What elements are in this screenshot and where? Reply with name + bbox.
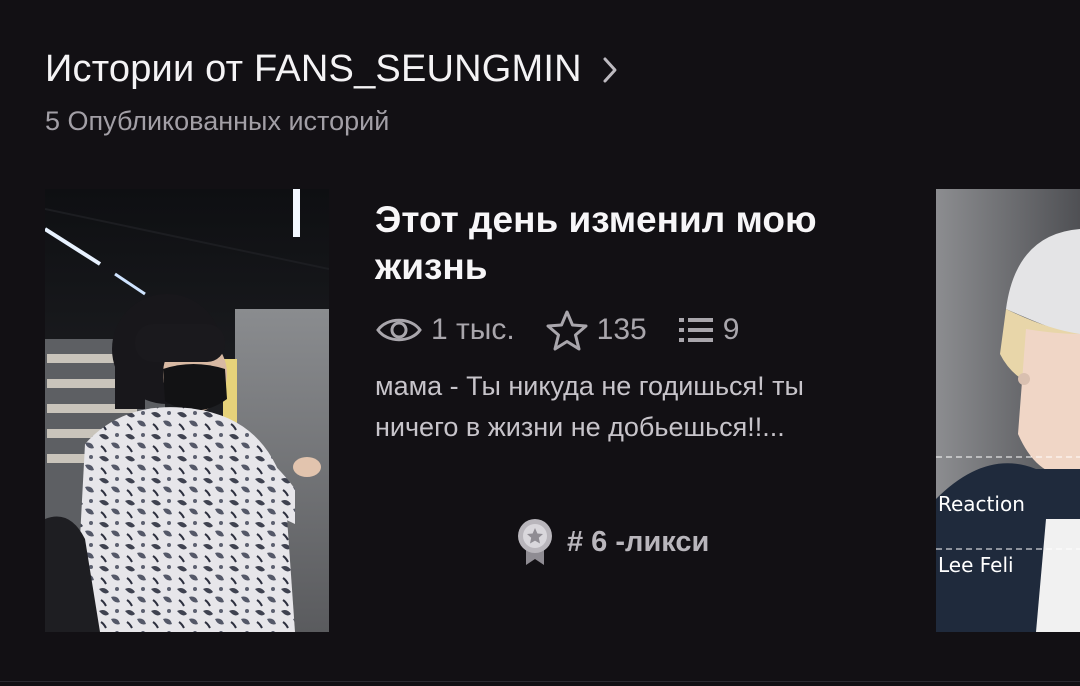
story-description: мама - Ты никуда не годишься! ты ничего … (375, 371, 804, 442)
eye-icon (375, 314, 423, 346)
votes-stat: 135 (545, 309, 647, 351)
section-divider (0, 681, 1080, 682)
profile-stories-section: Истории от FANS_SEUNGMIN 5 Опубликованны… (0, 0, 1080, 686)
story-rank[interactable]: # 6 -ликси (515, 517, 709, 567)
story-cover-image[interactable] (45, 189, 329, 632)
next-cover-text-1: Reaction (938, 492, 1025, 516)
chevron-right-icon[interactable] (600, 55, 622, 85)
story-info[interactable]: Этот день изменил мою жизнь 1 тыс. 135 9… (375, 196, 895, 448)
stories-header[interactable]: Истории от FANS_SEUNGMIN (45, 48, 622, 91)
views-count: 1 тыс. (431, 313, 515, 346)
stories-count: 5 Опубликованных историй (45, 106, 390, 136)
stories-header-title[interactable]: Истории от FANS_SEUNGMIN (45, 48, 582, 91)
next-cover-text-2: Lee Feli (938, 553, 1014, 577)
star-icon (545, 309, 589, 351)
views-stat: 1 тыс. (375, 313, 515, 347)
list-icon (677, 315, 715, 345)
rank-label: # 6 -ликси (567, 525, 710, 558)
votes-count: 135 (596, 313, 647, 346)
parts-stat: 9 (677, 313, 740, 347)
parts-count: 9 (722, 313, 740, 346)
next-story-cover-image[interactable]: Reaction Lee Feli (936, 189, 1080, 632)
story-title[interactable]: Этот день изменил мою жизнь (375, 196, 895, 290)
ribbon-badge-icon (515, 517, 555, 567)
story-stats: 1 тыс. 135 9 (375, 309, 895, 351)
